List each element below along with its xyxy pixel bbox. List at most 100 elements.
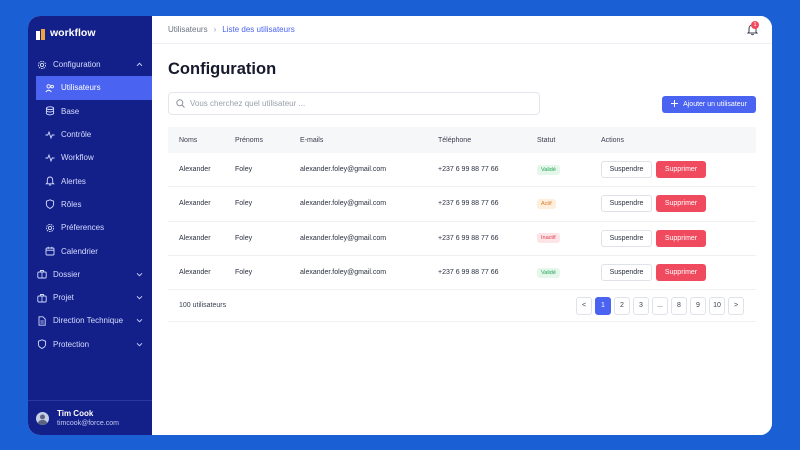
users-table: Noms Prénoms E-mails Téléphone Statut Ac… (168, 127, 756, 323)
search-input[interactable] (190, 99, 539, 108)
table-body: Alexander Foley alexander.foley@gmail.com +… (168, 153, 756, 291)
users-icon (45, 83, 55, 93)
header-email: E-mails (300, 136, 324, 144)
sidebar-item-projet[interactable]: Projet (28, 286, 152, 309)
cell-actions: Suspendre Supprimer (601, 161, 756, 179)
page-button-1[interactable]: 1 (595, 296, 611, 315)
page-button-3[interactable]: 3 (633, 296, 649, 315)
cell-prenom: Foley (235, 234, 253, 242)
cell-actions: Suspendre Supprimer (601, 229, 756, 247)
delete-button[interactable]: Supprimer (656, 195, 706, 213)
chevron-down-icon (136, 341, 143, 348)
sidebar-nav: Configuration Utilisateurs Base Contrôle Wor… (28, 53, 152, 356)
file-icon (37, 316, 47, 326)
header-telephone: Téléphone (438, 136, 472, 144)
pagination: <1 2 3... 8 9 10 > (576, 296, 744, 315)
next-page-button[interactable]: > (728, 296, 744, 315)
suspend-button[interactable]: Suspendre (601, 229, 652, 247)
sidebar-item-controle[interactable]: Contrôle (28, 123, 152, 146)
user-email: timcook@force.com (57, 420, 119, 427)
cell-prenom: Foley (235, 166, 253, 174)
breadcrumb-users[interactable]: Utilisateurs (168, 25, 208, 34)
app-window: workflow Configuration Utilisateurs Base Co… (28, 16, 772, 435)
breadcrumb-list[interactable]: Liste des utilisateurs (222, 25, 294, 34)
sidebar-item-label: Protection (53, 339, 90, 349)
sidebar-item-label: Alertes (61, 176, 86, 186)
sidebar-item-label: Préferences (61, 223, 105, 233)
brand[interactable]: workflow (28, 16, 152, 49)
suspend-button[interactable]: Suspendre (601, 161, 652, 179)
briefcase-icon (37, 293, 47, 303)
topbar: Utilisateurs › Liste des utilisateurs 1 (152, 16, 772, 44)
cell-statut: Actif (537, 198, 601, 209)
sidebar-item-configuration[interactable]: Configuration (28, 53, 152, 76)
cell-statut: Inactif (537, 233, 601, 244)
sidebar-item-workflow[interactable]: Workflow (28, 146, 152, 169)
cell-email: alexander.foley@gmail.com (300, 269, 387, 277)
user-profile[interactable]: Tim Cook timcook@force.com (28, 400, 152, 435)
calendar-icon (45, 246, 55, 256)
delete-button[interactable]: Supprimer (656, 264, 706, 282)
cell-telephone: +237 6 99 88 77 66 (438, 234, 499, 242)
cell-email: alexander.foley@gmail.com (300, 200, 387, 208)
suspend-button[interactable]: Suspendre (601, 264, 652, 282)
page-button-8[interactable]: 8 (671, 296, 687, 315)
sidebar-item-alertes[interactable]: Alertes (28, 169, 152, 192)
cell-prenom: Foley (235, 200, 253, 208)
cell-actions: Suspendre Supprimer (601, 195, 756, 213)
chevron-down-icon (136, 317, 143, 324)
status-badge: Actif (537, 198, 556, 209)
notification-badge: 1 (751, 21, 759, 29)
sidebar: workflow Configuration Utilisateurs Base Co… (28, 16, 152, 435)
sidebar-item-label: Direction Technique (53, 316, 124, 326)
sidebar-item-roles[interactable]: Rôles (28, 193, 152, 216)
table-header: Noms Prénoms E-mails Téléphone Statut Ac… (168, 127, 756, 153)
header-prenom: Prénoms (235, 136, 264, 144)
sidebar-item-direction-technique[interactable]: Direction Technique (28, 309, 152, 332)
suspend-button[interactable]: Suspendre (601, 195, 652, 213)
delete-button[interactable]: Supprimer (656, 161, 706, 179)
cell-email: alexander.foley@gmail.com (300, 234, 387, 242)
page-button-2[interactable]: 2 (614, 296, 630, 315)
sidebar-item-calendrier[interactable]: Calendrier (28, 239, 152, 262)
prev-page-button[interactable]: < (576, 296, 592, 315)
cell-telephone: +237 6 99 88 77 66 (438, 166, 499, 174)
delete-button[interactable]: Supprimer (656, 229, 706, 247)
cell-actions: Suspendre Supprimer (601, 264, 756, 282)
cell-nom: Alexander (179, 200, 211, 208)
page-title: Configuration (168, 60, 277, 78)
shield-icon (37, 339, 47, 350)
bell-icon (45, 176, 55, 186)
cell-prenom: Foley (235, 269, 253, 277)
status-badge: Inactif (537, 233, 560, 244)
user-name: Tim Cook (57, 409, 94, 418)
cell-nom: Alexander (179, 166, 211, 174)
sidebar-item-label: Contrôle (61, 130, 92, 140)
sidebar-item-dossier[interactable]: Dossier (28, 263, 152, 286)
sidebar-item-utilisateurs[interactable]: Utilisateurs (36, 76, 152, 100)
sidebar-item-label: Dossier (53, 269, 81, 279)
add-user-button[interactable]: Ajouter un utilisateur (662, 96, 756, 113)
sidebar-item-base[interactable]: Base (28, 100, 152, 123)
breadcrumb-separator: › (213, 25, 217, 34)
search-box (168, 92, 540, 115)
sidebar-item-protection[interactable]: Protection (28, 333, 152, 356)
header-nom: Noms (179, 136, 198, 144)
sidebar-item-label: Projet (53, 293, 74, 303)
cell-nom: Alexander (179, 234, 211, 242)
sidebar-item-label: Rôles (61, 199, 82, 209)
avatar (36, 411, 49, 425)
shield-icon (45, 199, 55, 210)
gear-icon (37, 60, 47, 70)
page-button-9[interactable]: 9 (690, 296, 706, 315)
sidebar-item-preferences[interactable]: Préferences (28, 216, 152, 239)
brand-name: workflow (50, 26, 96, 39)
user-count: 100 utilisateurs (179, 302, 227, 310)
header-statut: Statut (537, 136, 556, 144)
cell-statut: Validé (537, 267, 601, 278)
sidebar-item-label: Configuration (53, 60, 101, 70)
cell-statut: Validé (537, 164, 601, 175)
sidebar-item-label: Utilisateurs (61, 83, 101, 93)
sidebar-item-label: Calendrier (61, 246, 98, 256)
page-button-10[interactable]: 10 (709, 296, 725, 315)
